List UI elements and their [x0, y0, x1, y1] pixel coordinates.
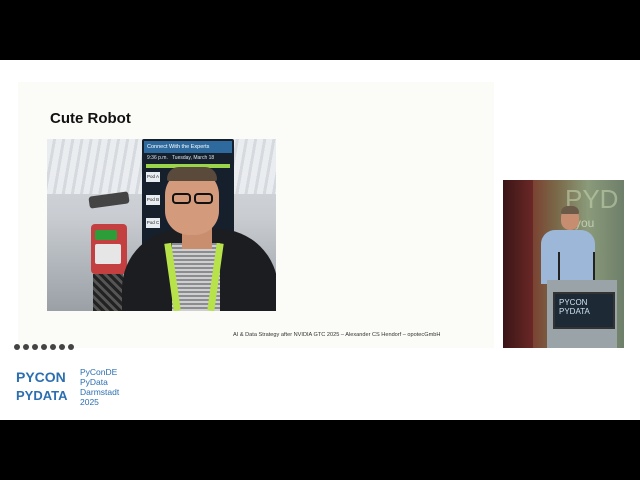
logo-line-4: 2025 — [80, 397, 99, 407]
video-frame: Cute Robot Connect With the Experts 9:36… — [0, 60, 640, 420]
microphone-left — [558, 252, 560, 282]
screen-pod-c: Pod C — [146, 218, 160, 228]
microphone-right — [593, 252, 595, 282]
layout-icon[interactable] — [41, 344, 47, 350]
screen-header: Connect With the Experts — [144, 141, 232, 153]
next-icon[interactable] — [68, 344, 74, 350]
screen-pod-a: Pod A — [146, 172, 160, 182]
logo-line-2: PyData — [80, 377, 108, 387]
podium-logo: PYCON PYDATA — [559, 298, 590, 316]
pen-icon[interactable] — [23, 344, 29, 350]
speaker-hair — [561, 206, 579, 214]
search-icon[interactable] — [32, 344, 38, 350]
camera-icon[interactable] — [50, 344, 56, 350]
more-icon[interactable] — [59, 344, 65, 350]
logo-mark-line2: PYDATA — [16, 388, 68, 403]
logo-mark-line1: PYCON — [16, 369, 66, 385]
screen-pod-b: Pod B — [146, 195, 160, 205]
logo-line-1: PyConDE — [80, 367, 118, 377]
robot-photo: Connect With the Experts 9:36 p.m. Tuesd… — [47, 139, 276, 311]
slide-footer: AI & Data Strategy after NVIDIA GTC 2025… — [233, 332, 441, 338]
screen-time: 9:36 p.m. Tuesday, March 18 — [147, 155, 215, 161]
robot-head — [88, 191, 130, 209]
robot-panel — [95, 244, 121, 264]
logo-line-3: Darmstadt — [80, 387, 120, 397]
speaker-body — [541, 230, 595, 284]
conference-logo-text: PyConDE PyData Darmstadt 2025 — [80, 367, 119, 407]
pycon-logo-mark: PYCON PYDATA — [16, 369, 68, 403]
presentation-slide: Cute Robot Connect With the Experts 9:36… — [18, 82, 494, 348]
prev-icon[interactable] — [14, 344, 20, 350]
robot-legs — [93, 274, 123, 311]
speaker-video: PYD you PYCON PYDATA — [503, 180, 624, 348]
person-hair — [167, 167, 217, 181]
slide-title: Cute Robot — [50, 110, 131, 127]
glasses — [169, 193, 217, 205]
curtain — [503, 180, 533, 348]
robot-display — [95, 230, 117, 240]
slide-toolbar — [14, 343, 74, 351]
